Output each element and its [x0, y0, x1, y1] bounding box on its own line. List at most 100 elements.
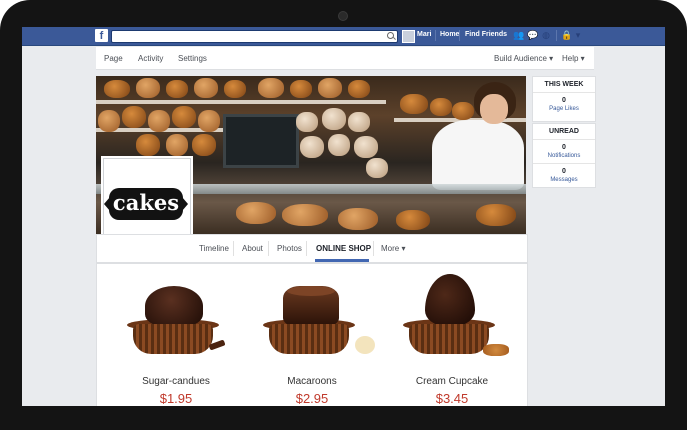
- find-friends-link[interactable]: Find Friends: [465, 31, 507, 38]
- divider: [373, 241, 374, 256]
- product-card[interactable]: Cream Cupcake $3.45: [387, 264, 517, 406]
- bread: [318, 78, 342, 98]
- bread: [166, 80, 188, 98]
- bread: [476, 204, 516, 226]
- bread: [198, 110, 220, 132]
- messages-stat[interactable]: 0 Messages: [533, 164, 595, 187]
- notifications-stat[interactable]: 0 Notifications: [533, 140, 595, 164]
- unread-heading: UNREAD: [533, 124, 595, 140]
- nav-activity[interactable]: Activity: [138, 54, 163, 63]
- bread: [354, 136, 378, 158]
- bread: [166, 134, 188, 156]
- bread: [192, 134, 216, 156]
- product-name[interactable]: Sugar-candues: [111, 376, 241, 387]
- cupcake-topping: [145, 286, 203, 326]
- tab-timeline[interactable]: Timeline: [199, 244, 229, 253]
- page-header: cakes Timeline About Photos ONLINE SHOP …: [96, 72, 528, 263]
- bread: [236, 202, 276, 224]
- active-tab-indicator: [315, 259, 369, 262]
- bread: [136, 78, 160, 98]
- bread: [430, 98, 452, 116]
- shelf: [96, 100, 386, 104]
- bread: [322, 108, 346, 130]
- tab-more-dropdown[interactable]: More ▾: [381, 244, 405, 253]
- tab-about[interactable]: About: [242, 244, 263, 253]
- page-admin-nav: Page Activity Settings Build Audience ▾ …: [96, 47, 594, 70]
- this-week-box: THIS WEEK 0 Page Likes: [532, 76, 596, 122]
- page-likes-count: 0: [562, 97, 566, 104]
- build-audience-dropdown[interactable]: Build Audience ▾: [494, 54, 553, 63]
- bread: [172, 106, 196, 128]
- divider: [459, 30, 460, 41]
- bread: [104, 80, 130, 98]
- this-week-heading: THIS WEEK: [533, 77, 595, 93]
- product-name[interactable]: Cream Cupcake: [387, 376, 517, 387]
- messages-label[interactable]: Messages: [533, 175, 595, 183]
- divider: [268, 241, 269, 256]
- search-icon[interactable]: [387, 32, 394, 39]
- cakes-logo: cakes: [104, 188, 188, 220]
- online-shop-panel: Sugar-candues $1.95 Macaroons $2.95 Crea…: [96, 263, 528, 406]
- bread: [396, 210, 430, 230]
- settings-dropdown-icon[interactable]: ▾: [573, 31, 583, 40]
- baker-face: [480, 94, 508, 124]
- home-link[interactable]: Home: [440, 31, 459, 38]
- page-likes-label[interactable]: Page Likes: [533, 104, 595, 112]
- unread-box: UNREAD 0 Notifications 0 Messages: [532, 123, 596, 188]
- help-dropdown[interactable]: Help ▾: [562, 54, 585, 63]
- profile-link[interactable]: Mari: [417, 31, 431, 38]
- product-price: $1.95: [159, 391, 193, 406]
- notifications-count: 0: [562, 144, 566, 151]
- screen: f Mari Home Find Friends 👥 💬 ◍ 🔒 ▾ Page …: [22, 27, 665, 406]
- product-price: $3.45: [435, 391, 469, 406]
- bread: [194, 78, 218, 98]
- bread: [400, 94, 428, 114]
- caramel-garnish: [483, 344, 509, 356]
- tab-online-shop[interactable]: ONLINE SHOP: [316, 244, 371, 253]
- bread: [148, 110, 170, 132]
- cupcake-topping: [283, 286, 339, 326]
- bread: [122, 106, 146, 128]
- product-price: $2.95: [295, 391, 329, 406]
- cupcake-liner: [269, 324, 349, 354]
- pos-monitor: [223, 114, 299, 168]
- cupcake-topping: [425, 274, 475, 326]
- tab-photos[interactable]: Photos: [277, 244, 302, 253]
- bread: [290, 80, 312, 98]
- friend-requests-icon[interactable]: 👥: [513, 31, 524, 40]
- avatar[interactable]: [402, 30, 415, 43]
- privacy-lock-icon[interactable]: 🔒: [561, 31, 572, 40]
- divider: [306, 241, 307, 256]
- notifications-label[interactable]: Notifications: [533, 151, 595, 159]
- divider: [556, 30, 557, 41]
- nut-garnish: [355, 336, 375, 354]
- baker-figure: [432, 120, 524, 190]
- cupcake-liner: [409, 324, 489, 354]
- bread: [258, 78, 284, 98]
- messages-count: 0: [562, 168, 566, 175]
- divider: [435, 30, 436, 41]
- page-tabs: Timeline About Photos ONLINE SHOP More ▾: [96, 234, 528, 263]
- bread: [338, 208, 378, 230]
- facebook-logo-icon[interactable]: f: [95, 29, 108, 42]
- bread: [98, 110, 120, 132]
- notifications-globe-icon[interactable]: ◍: [541, 31, 551, 40]
- bread: [224, 80, 246, 98]
- bread: [282, 204, 328, 226]
- bread: [348, 112, 370, 132]
- bread: [452, 102, 474, 120]
- bread: [366, 158, 388, 178]
- nav-settings[interactable]: Settings: [178, 54, 207, 63]
- page-likes-stat[interactable]: 0 Page Likes: [533, 93, 595, 121]
- bread: [300, 136, 324, 158]
- product-card[interactable]: Macaroons $2.95: [247, 264, 377, 406]
- bread: [348, 80, 370, 98]
- divider: [233, 241, 234, 256]
- messages-icon[interactable]: 💬: [527, 31, 538, 40]
- bread: [328, 134, 350, 156]
- nav-page[interactable]: Page: [104, 54, 123, 63]
- product-name[interactable]: Macaroons: [247, 376, 377, 387]
- product-card[interactable]: Sugar-candues $1.95: [111, 264, 241, 406]
- webcam: [338, 11, 348, 21]
- search-input[interactable]: [111, 30, 398, 43]
